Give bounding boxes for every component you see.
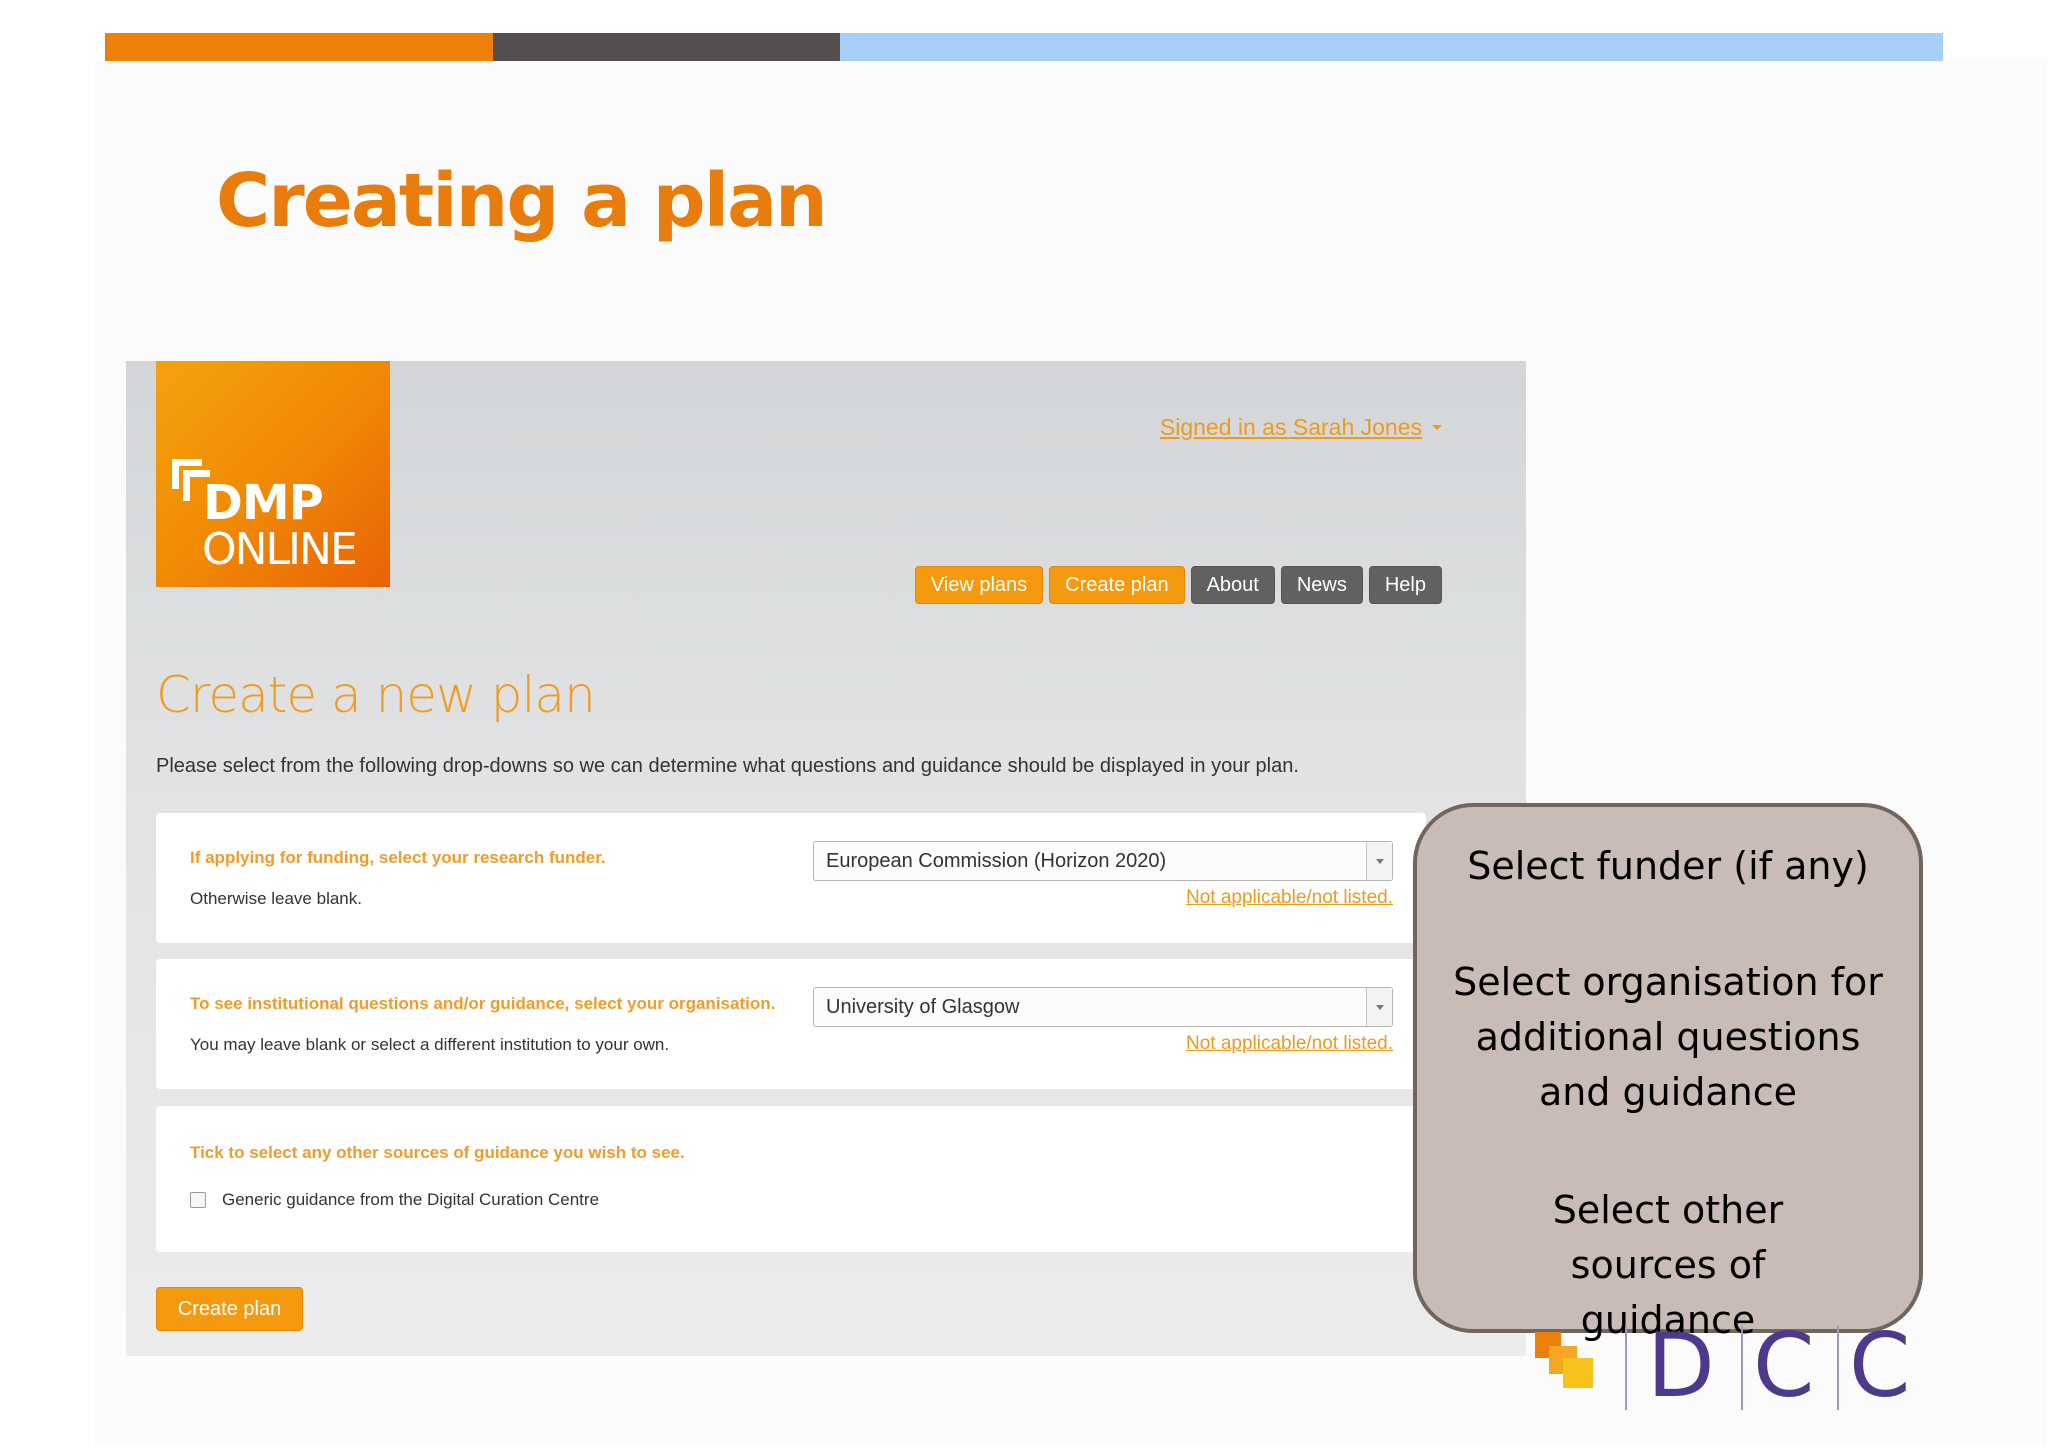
organisation-question: To see institutional questions and/or gu… (190, 994, 776, 1013)
app-screenshot: DMP ONLINE Signed in as Sarah Jones View… (126, 361, 1526, 1356)
funder-select[interactable]: European Commission (Horizon 2020) (813, 841, 1393, 881)
dmp-online-logo[interactable]: DMP ONLINE (156, 361, 390, 587)
dcc-guidance-label[interactable]: Generic guidance from the Digital Curati… (222, 1190, 599, 1210)
nav-about[interactable]: About (1190, 566, 1275, 604)
nav-news[interactable]: News (1280, 566, 1363, 604)
organisation-select-value: University of Glasgow (826, 995, 1020, 1018)
signed-in-user-menu[interactable]: Signed in as Sarah Jones (1160, 414, 1442, 441)
guidance-question: Tick to select any other sources of guid… (190, 1143, 685, 1162)
funder-panel: If applying for funding, select your res… (156, 813, 1426, 943)
slide-title: Creating a plan (216, 158, 828, 244)
instruction-callout: Select funder (if any) Select organisati… (1413, 803, 1923, 1342)
logo-text-dmp: DMP (203, 475, 324, 531)
dcc-divider (1837, 1326, 1839, 1410)
top-bar-orange (105, 33, 493, 61)
intro-text: Please select from the following drop-do… (156, 755, 1299, 777)
main-nav: View plans Create plan About News Help (914, 566, 1442, 604)
signed-in-label: Signed in as Sarah Jones (1159, 414, 1422, 440)
organisation-not-applicable-link[interactable]: Not applicable/not listed. (1186, 1033, 1393, 1055)
organisation-panel: To see institutional questions and/or gu… (156, 959, 1426, 1089)
nav-create-plan[interactable]: Create plan (1049, 566, 1185, 604)
funder-select-value: European Commission (Horizon 2020) (826, 849, 1167, 872)
dcc-logo: D C C (1535, 1320, 1915, 1412)
dropdown-arrow-icon (1366, 988, 1392, 1026)
guidance-panel: Tick to select any other sources of guid… (156, 1106, 1426, 1252)
caret-down-icon (1432, 425, 1442, 430)
page-heading: Create a new plan (156, 666, 596, 724)
dcc-letter-d: D (1647, 1314, 1715, 1417)
logo-text-online: ONLINE (202, 524, 358, 575)
nav-view-plans[interactable]: View plans (914, 566, 1044, 604)
funder-question: If applying for funding, select your res… (190, 848, 606, 867)
create-plan-button[interactable]: Create plan (156, 1287, 303, 1331)
dcc-letter-c2: C (1849, 1314, 1911, 1417)
dropdown-arrow-icon (1366, 842, 1392, 880)
nav-help[interactable]: Help (1368, 566, 1442, 604)
top-color-bar (105, 33, 1943, 61)
dcc-divider (1625, 1326, 1627, 1410)
dcc-squares-icon (1535, 1332, 1593, 1388)
funder-not-applicable-link[interactable]: Not applicable/not listed. (1186, 887, 1393, 909)
dcc-divider (1741, 1326, 1743, 1410)
callout-funder: Select funder (if any) (1467, 844, 1869, 888)
dcc-letter-c1: C (1753, 1314, 1815, 1417)
callout-organisation: Select organisation for additional quest… (1453, 960, 1883, 1115)
organisation-select[interactable]: University of Glasgow (813, 987, 1393, 1027)
dcc-guidance-checkbox[interactable] (190, 1192, 206, 1208)
top-bar-blue (840, 33, 1943, 61)
organisation-hint: You may leave blank or select a differen… (190, 1035, 670, 1054)
top-bar-dark (493, 33, 840, 61)
funder-hint: Otherwise leave blank. (190, 889, 362, 908)
